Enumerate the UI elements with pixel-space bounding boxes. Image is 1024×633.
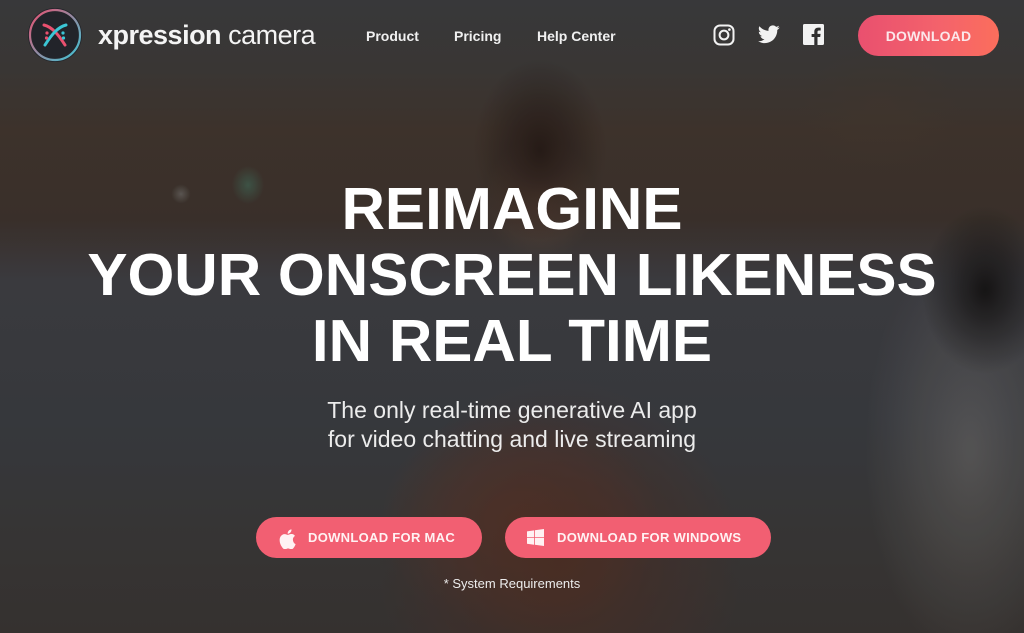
hero-subheading: The only real-time generative AI app for… xyxy=(0,396,1024,454)
system-requirements-link[interactable]: * System Requirements xyxy=(0,576,1024,591)
brand-name-bold: xpression xyxy=(98,19,222,50)
nav-pricing[interactable]: Pricing xyxy=(454,28,501,44)
subhead-line-1: The only real-time generative AI app xyxy=(327,397,697,423)
windows-icon xyxy=(527,528,545,547)
brand-logo-link[interactable]: xpression camera xyxy=(28,8,316,62)
download-mac-label: DOWNLOAD FOR MAC xyxy=(308,530,456,545)
brand-name: xpression camera xyxy=(98,19,316,51)
site-header: xpression camera Product Pricing Help Ce… xyxy=(0,0,1024,70)
headline-line-2: YOUR ONSCREEN LIKENESS xyxy=(87,242,937,308)
brand-name-light: camera xyxy=(221,19,316,50)
header-download-button[interactable]: DOWNLOAD xyxy=(858,15,999,56)
subhead-line-2: for video chatting and live streaming xyxy=(327,426,697,452)
hero-headline: REIMAGINE YOUR ONSCREEN LIKENESS IN REAL… xyxy=(0,176,1024,374)
twitter-icon[interactable] xyxy=(758,25,780,44)
nav-help-center[interactable]: Help Center xyxy=(537,28,616,44)
instagram-icon[interactable] xyxy=(713,24,735,46)
download-mac-button[interactable]: DOWNLOAD FOR MAC xyxy=(256,517,482,558)
download-windows-button[interactable]: DOWNLOAD FOR WINDOWS xyxy=(505,517,771,558)
headline-line-1: REIMAGINE xyxy=(341,176,683,242)
xpression-face-logo-icon xyxy=(28,8,82,62)
download-windows-label: DOWNLOAD FOR WINDOWS xyxy=(557,530,742,545)
headline-line-3: IN REAL TIME xyxy=(311,308,713,374)
facebook-icon[interactable] xyxy=(803,24,824,45)
nav-product[interactable]: Product xyxy=(366,28,419,44)
apple-icon xyxy=(278,528,296,549)
